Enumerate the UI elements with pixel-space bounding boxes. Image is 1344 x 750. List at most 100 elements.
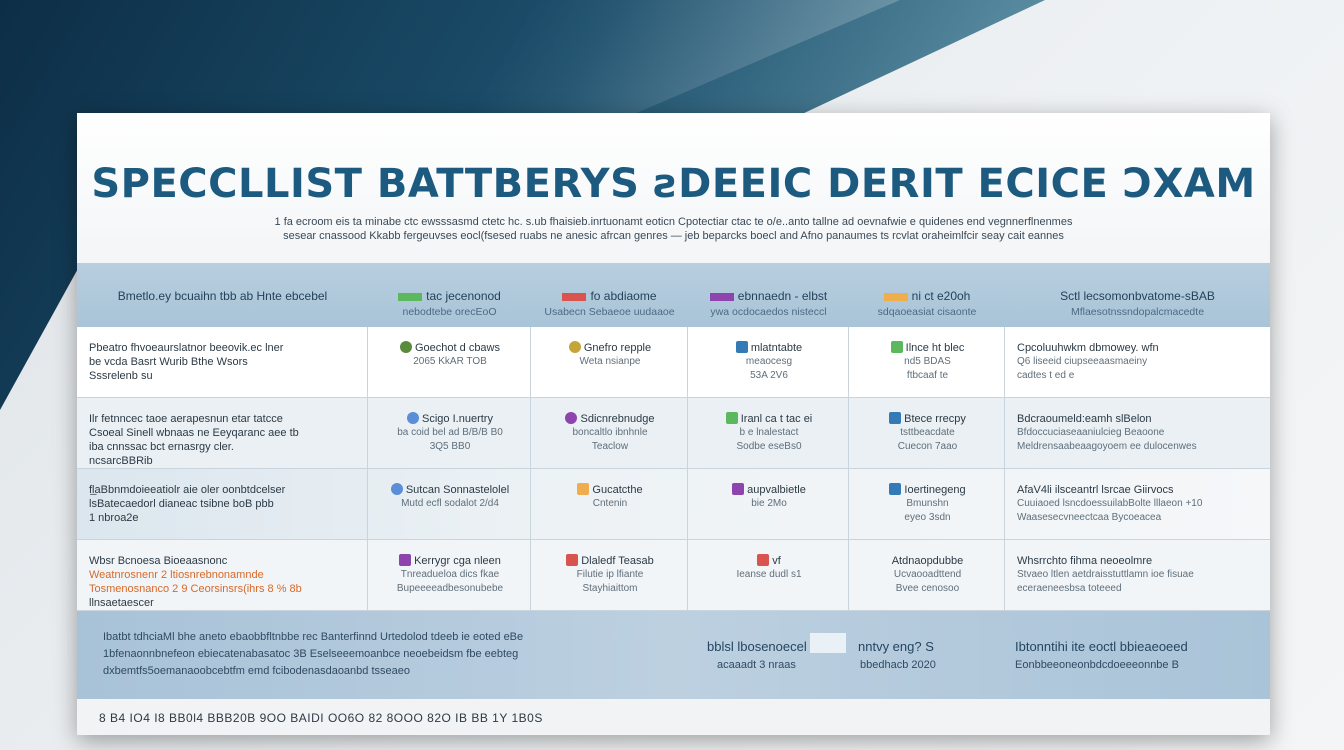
cell-text-value: lsBatecaedorl dianeac tsibne boB pbb [89,498,274,510]
cell-text-value: Sdicnrebnudge [580,413,655,425]
column-header-text: tac jecenonod [426,289,501,303]
cell-text: Ilr fetnncec taoe aerapesnun etar tatcce [89,412,357,426]
table-cell: vf Ieanse dudl s1 [688,540,849,611]
cell-text: llnsaetaescer [89,596,357,610]
column-header-label: ebnnaedn - elbst [688,289,849,303]
cell-text: Csoeal Sinell wbnaas ne Eeyqaranc aee tb [89,426,357,440]
cell-text-value: Goechot d cbaws [415,342,500,354]
cell-text-value: Csoeal Sinell wbnaas ne Eeyqaranc aee tb [89,427,299,439]
column-header-label: Bmetlo.ey bcuaihn tbb ab Hnte ebcebel [77,289,368,303]
cell-text: Cuecon 7aao [861,440,994,454]
footer-mid-question: nntvy eng? S [858,639,934,654]
cell-text: bie 2Mo [700,497,838,511]
footer-right-sub: Eonbbeeoneonbdcdoeeeonnbe B [1015,659,1179,671]
cell-text: Filutie ip lfiante [543,568,677,582]
column-header-0: Bmetlo.ey bcuaihn tbb ab Hnte ebcebel [77,263,368,327]
cell-text-value: Tnreadueloa dics fkae [400,569,500,580]
table-cell: aupvalbietle bie 2Mo [688,469,849,540]
cell-text: Gucatcthe [543,483,677,497]
cell-text: lsBatecaedorl dianeac tsibne boB pbb [89,497,357,511]
cell-text: Ucvaooadttend [861,568,994,582]
table-cell: Gnefro repple Weta nsianpe [531,327,688,398]
table-cell: Dlaledf Teasab Filutie ip lfiante Stayhiai… [531,540,688,611]
footer-band: Ibatbt tdhciaMl bhe aneto ebaobbfltnbbe … [77,611,1270,699]
cell-text: Dlaledf Teasab [543,554,677,568]
cell-text-value: Kerrygr cga nleen [414,555,501,567]
table-cell: Bdcraoumeld:eamh slBelon Bfdoccuciaseaani… [1005,398,1270,469]
cell-text-value: eceraeneesbsa toteeed [1017,583,1122,594]
cell-text: aupvalbietle [700,483,838,497]
cell-text-value: Sssrelenb su [89,370,153,382]
cell-text-value: Bvee cenosoo [895,583,960,594]
cell-text: meaocesg [700,355,838,369]
cell-text-value: Gucatcthe [592,484,643,496]
cell-text-value: Cntenin [592,498,628,509]
cell-text: Meldrensaabeaagoyoem ee dulocenwes [1017,440,1260,454]
table-cell: fl̲aBbnmdoieeatiolr aie oler oonbtdcelse… [77,469,368,540]
cell-text: Cpcoluuhwkm dbmowey. wfn [1017,341,1260,355]
bottom-bar: 8 B4 IO4 I8 BB0l4 BBB20B 9OO BAIDI OO6O … [77,699,1270,735]
table-row: Pbeatro fhvoeaurslatnor beeovik.ec lner b… [77,327,1270,398]
table-cell: Gucatcthe Cntenin [531,469,688,540]
cell-text: Sdicnrebnudge [543,412,677,426]
cell-text-value: Scigo I.nuertry [422,413,493,425]
cell-text: ncsarcBBRib [89,454,357,468]
column-header-label: ni ct e20oh [849,289,1005,303]
cell-text: Teaclow [543,440,677,454]
cell-text: Bmunshn [861,497,994,511]
footer-mid-sub-2: bbedhacb 2020 [860,659,936,671]
cell-text-value: Wbsr Bcnoesa Bioeaasnonc [89,555,228,567]
blue-dot-icon [407,412,420,424]
cell-text-value: aupvalbietle [747,484,806,496]
cell-text: Atdnaopdubbe [861,554,994,568]
cell-text: Iranl ca t tac ei [700,412,838,426]
column-header-4: ni ct e20oh sdqaoeasiat cisaonte [849,263,1005,327]
cell-text-value: Ucvaooadttend [893,569,962,580]
blue-dot-icon [390,483,403,495]
cell-text: Ilnce ht blec [861,341,994,355]
column-header-text: Bmetlo.ey bcuaihn tbb ab Hnte ebcebel [117,289,328,303]
cell-text-value: Stvaeo ltlen aetdraisstuttlamn ioe fisua… [1017,569,1194,580]
table-cell: Kerrygr cga nleen Tnreadueloa dics fkae Bu… [368,540,531,611]
cell-text-value: cadtes t ed e [1017,370,1075,381]
cell-text-value: fl̲aBbnmdoieeatiolr aie oler oonbtdcelse… [89,484,286,496]
cell-text-value: Q6 liseeid ciupseeaasmaeiny [1017,356,1148,367]
cell-text: Wbsr Bcnoesa Bioeaasnonc [89,554,357,568]
cell-text: Q6 liseeid ciupseeaasmaeiny [1017,355,1260,369]
cell-text-value: Weatnrosnenr 2 ltiosnrebnonamnde [89,569,264,581]
column-header-text: fo abdiaome [590,289,657,303]
purple-square-icon [399,554,412,566]
cell-text: 3Q5 BB0 [380,440,520,454]
cell-text: nd5 BDAS [861,355,994,369]
column-header-row: Bmetlo.ey bcuaihn tbb ab Hnte ebcebel tac… [77,263,1270,327]
cell-text-value: Mutd ecfl sodalot 2/d4 [401,498,499,509]
cell-text-value: ftbcaaf te [906,370,949,381]
column-header-1: tac jecenonod nebodtebe orecEoO [368,263,531,327]
cell-text-value: 53A 2V6 [750,370,788,381]
cell-text-value: Sutcan Sonnastelolel [405,484,510,496]
cell-text-value: Bdcraoumeld:eamh slBelon [1017,413,1152,425]
cell-text: Pbeatro fhvoeaurslatnor beeovik.ec lner [89,341,357,355]
table-cell: Whsrrchto fihma neoeolmre Stvaeo ltlen ae… [1005,540,1270,611]
cell-text: 1 nbroa2e [89,511,357,525]
purple-swatch-icon [709,292,734,301]
column-header-sub: Usabecn Sebaeoe uudaaoe [544,306,675,318]
cell-text-value: 2065 KkAR TOB [413,356,487,367]
cell-text-value: ba coid bel ad B/B/B B0 [397,427,503,438]
cell-text: Ioertinegeng [861,483,994,497]
cell-text: 2065 KkAR TOB [380,355,520,369]
cell-text: ba coid bel ad B/B/B B0 [380,426,520,440]
cell-text: Goechot d cbaws [380,341,520,355]
cell-text-value: boncaltlo ibnhnle [572,427,648,438]
column-header-label: Sctl lecsomonbvatome-sBAB [1005,289,1270,303]
cell-text-value: Weta nsianpe [579,356,641,367]
table-cell: Sutcan Sonnastelolel Mutd ecfl sodalot 2/… [368,469,531,540]
cell-text-value: 3Q5 BB0 [429,441,471,452]
cell-text-value: meaocesg [745,356,793,367]
cell-text-value: bie 2Mo [751,498,787,509]
cell-text: Stayhiaittom [543,582,677,596]
bottom-bar-text: 8 B4 IO4 I8 BB0l4 BBB20B 9OO BAIDI OO6O … [99,711,543,725]
cell-text: Scigo I.nuertry [380,412,520,426]
cell-text: Bvee cenosoo [861,582,994,596]
cell-text-value: Stayhiaittom [582,583,638,594]
